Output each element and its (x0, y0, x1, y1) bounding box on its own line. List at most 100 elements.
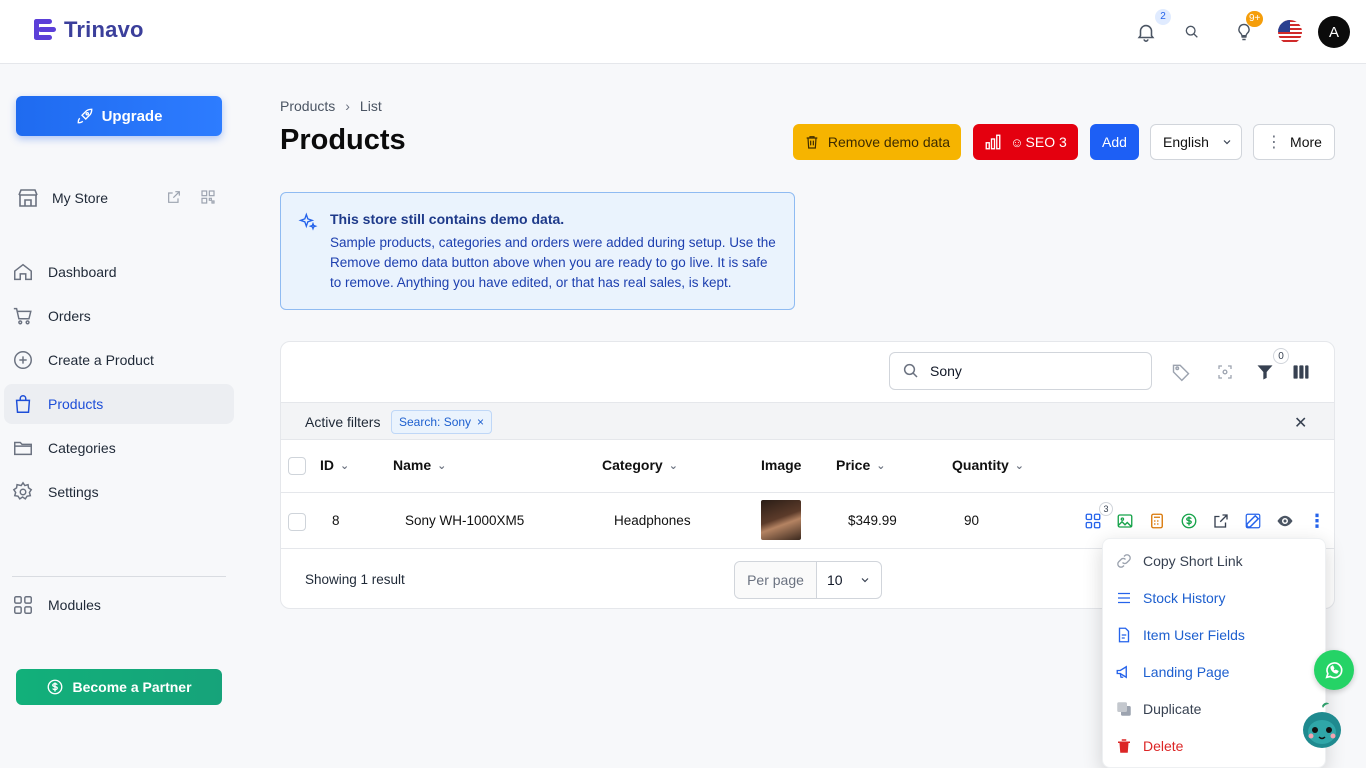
chevron-down-icon: ⌄ (668, 459, 678, 472)
whatsapp-button[interactable] (1314, 650, 1354, 690)
search-input[interactable]: Sony (889, 352, 1152, 390)
image-icon (1117, 514, 1133, 528)
row-category: Headphones (614, 513, 691, 528)
seo-button[interactable]: ☺ SEO 3 (973, 124, 1078, 160)
become-partner-button[interactable]: Become a Partner (16, 669, 222, 705)
view-button[interactable] (1275, 511, 1295, 531)
notifications-button[interactable]: 2 (1132, 9, 1171, 46)
sidebar-item-orders[interactable]: Orders (4, 296, 234, 336)
column-header-image: Image (761, 457, 801, 473)
chat-assistant-button[interactable] (1300, 700, 1344, 752)
column-label: Category (602, 457, 663, 473)
open-store-icon[interactable] (166, 189, 182, 210)
search-icon (903, 363, 918, 378)
scan-icon (1218, 365, 1232, 379)
more-button[interactable]: ⋮ More (1253, 124, 1335, 160)
column-header-id[interactable]: ID ⌄ (320, 457, 349, 473)
top-bar: Trinavo 2 9+ A (0, 0, 1366, 64)
images-button[interactable] (1115, 511, 1135, 531)
menu-item-landing-page[interactable]: Landing Page (1115, 660, 1229, 684)
close-icon[interactable]: × (477, 415, 484, 429)
column-header-price[interactable]: Price ⌄ (836, 457, 885, 473)
chevron-down-icon: ⌄ (340, 459, 350, 472)
row-quantity: 90 (964, 513, 980, 528)
trash-icon (1118, 739, 1130, 753)
open-external-button[interactable] (1211, 511, 1231, 531)
columns-button[interactable] (1289, 360, 1313, 384)
language-flag-button[interactable] (1276, 18, 1304, 46)
variants-count-badge: 3 (1099, 502, 1113, 516)
sidebar-item-label: Orders (48, 308, 91, 324)
per-page-number: 10 (827, 572, 843, 588)
select-all-checkbox[interactable] (288, 457, 306, 475)
scan-button[interactable] (1213, 360, 1237, 384)
active-filters-bar: Active filters Search: Sony × ✕ (281, 402, 1334, 440)
chevron-right-icon: › (345, 98, 350, 114)
store-switcher[interactable]: My Store (16, 183, 226, 213)
row-name[interactable]: Sony WH-1000XM5 (405, 513, 524, 528)
filter-chip-search[interactable]: Search: Sony × (391, 410, 493, 434)
menu-item-duplicate[interactable]: Duplicate (1115, 697, 1201, 721)
trash-icon (806, 136, 818, 149)
ideas-button[interactable]: 9+ (1230, 11, 1264, 46)
variants-button[interactable]: 3 (1083, 502, 1113, 531)
dollar-circle-icon (48, 679, 63, 695)
per-page-select[interactable]: Per page 10 (734, 561, 882, 599)
sidebar-item-modules[interactable]: Modules (4, 585, 234, 625)
filter-chip-label: Search: Sony (399, 415, 472, 429)
sidebar-item-label: Settings (48, 484, 99, 500)
sidebar-divider (12, 576, 226, 577)
menu-item-label: Duplicate (1143, 701, 1202, 717)
chevron-down-icon: ⌄ (437, 459, 447, 472)
assistant-mascot-icon (1303, 702, 1341, 748)
sidebar-item-dashboard[interactable]: Dashboard (4, 252, 234, 292)
list-icon (1118, 592, 1130, 604)
menu-item-label: Stock History (1143, 590, 1226, 606)
link-icon (1117, 554, 1131, 568)
menu-item-label: Delete (1143, 738, 1184, 754)
column-header-quantity[interactable]: Quantity ⌄ (952, 457, 1024, 473)
sidebar-item-categories[interactable]: Categories (4, 428, 234, 468)
clear-filters-button[interactable]: ✕ (1294, 413, 1307, 433)
whatsapp-icon (1325, 662, 1343, 679)
column-header-category[interactable]: Category ⌄ (602, 457, 678, 473)
menu-item-copy-short-link[interactable]: Copy Short Link (1115, 549, 1243, 573)
column-header-name[interactable]: Name ⌄ (393, 457, 446, 473)
sidebar-item-products[interactable]: Products (4, 384, 234, 424)
calculator-button[interactable] (1147, 511, 1167, 531)
partner-label: Become a Partner (72, 679, 192, 695)
qr-code-icon[interactable] (200, 189, 216, 210)
chevron-down-icon: ⌄ (876, 459, 886, 472)
edit-button[interactable] (1243, 511, 1263, 531)
per-page-label: Per page (735, 562, 817, 598)
add-product-button[interactable]: Add (1090, 124, 1139, 160)
sidebar-item-settings[interactable]: Settings (4, 472, 234, 512)
filter-button[interactable]: 0 (1253, 348, 1289, 384)
sidebar-item-create-product[interactable]: Create a Product (4, 340, 234, 380)
menu-item-delete[interactable]: Delete (1115, 734, 1183, 758)
row-checkbox[interactable] (288, 513, 306, 531)
user-avatar[interactable]: A (1318, 16, 1350, 48)
sidebar-item-label: Products (48, 396, 104, 412)
search-button[interactable] (1178, 18, 1206, 46)
pricing-button[interactable] (1179, 511, 1199, 531)
eye-icon (1277, 515, 1293, 527)
remove-demo-data-button[interactable]: Remove demo data (793, 124, 961, 160)
language-select[interactable]: English (1150, 124, 1242, 160)
menu-item-stock-history[interactable]: Stock History (1115, 586, 1225, 610)
brand-logo[interactable]: Trinavo (32, 16, 144, 44)
ideas-badge: 9+ (1246, 11, 1264, 27)
row-more-button[interactable]: ⋮ (1307, 511, 1327, 531)
column-label: Image (761, 457, 802, 473)
tag-button[interactable] (1169, 360, 1193, 384)
product-thumbnail[interactable] (761, 500, 801, 540)
row-actions-menu: Copy Short Link Stock History Item User … (1102, 538, 1326, 768)
menu-item-label: Landing Page (1143, 664, 1230, 680)
search-icon (1185, 25, 1198, 38)
upgrade-label: Upgrade (101, 107, 163, 125)
bar-chart-icon (985, 134, 1001, 150)
menu-item-user-fields[interactable]: Item User Fields (1115, 623, 1245, 647)
breadcrumb-products[interactable]: Products (280, 98, 335, 114)
upgrade-button[interactable]: Upgrade (16, 96, 222, 136)
sparkles-icon (298, 212, 318, 237)
